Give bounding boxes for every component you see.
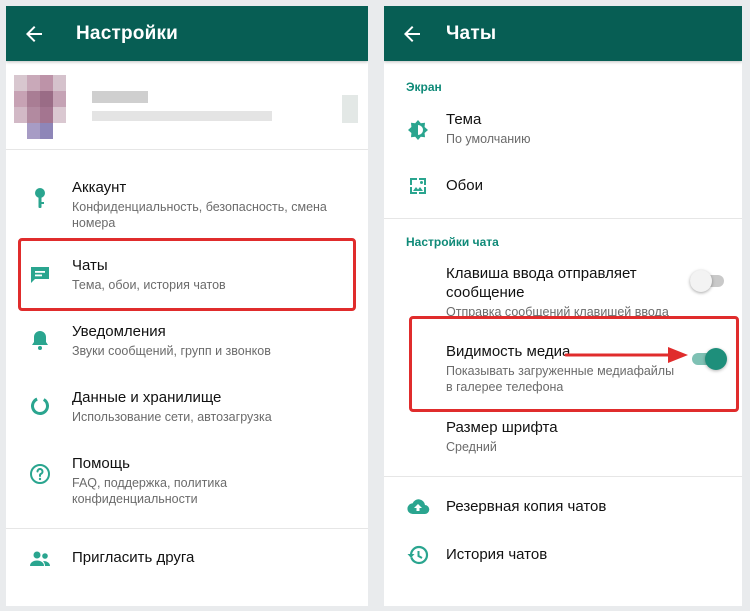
setting-enter-is-send[interactable]: Клавиша ввода отправляет сообщение Отпра… <box>384 264 742 320</box>
profile-status-blur <box>92 111 272 121</box>
setting-label: Обои <box>446 177 483 194</box>
chats-settings-screen: Чаты Экран Тема По умолчанию Обои Настро… <box>384 6 742 606</box>
page-title: Настройки <box>76 22 179 44</box>
setting-theme[interactable]: Тема По умолчанию <box>384 110 742 150</box>
history-icon <box>407 545 429 565</box>
key-icon <box>35 188 45 208</box>
menu-item-label: Пригласить друга <box>72 549 195 566</box>
divider <box>6 528 368 529</box>
setting-value: По умолчанию <box>446 132 531 146</box>
help-icon <box>30 464 50 484</box>
menu-item-account[interactable]: Аккаунт Конфиденциальность, безопасность… <box>6 178 368 230</box>
setting-value: Средний <box>446 440 497 454</box>
cloud-upload-icon <box>407 499 430 515</box>
bell-icon <box>32 331 48 350</box>
setting-label: Тема <box>446 111 482 128</box>
menu-item-label: Уведомления <box>72 323 166 340</box>
highlight-frame-media-visibility <box>409 316 739 412</box>
section-header-chat-settings: Настройки чата <box>406 235 499 249</box>
app-bar: Настройки <box>6 6 368 61</box>
menu-item-label: Данные и хранилище <box>72 389 222 406</box>
settings-screen: Настройки Аккаунт Конфиденциальность, бе… <box>6 6 368 606</box>
profile-name-blur <box>92 91 148 103</box>
setting-label: Размер шрифта <box>446 419 558 436</box>
section-header-display: Экран <box>406 80 442 94</box>
menu-item-subtitle: Конфиденциальность, безопасность, смена … <box>72 200 327 230</box>
menu-item-data-storage[interactable]: Данные и хранилище Использование сети, а… <box>6 388 368 428</box>
app-bar: Чаты <box>384 6 742 61</box>
back-arrow-icon[interactable] <box>22 22 46 46</box>
menu-item-label: Помощь <box>72 455 130 472</box>
setting-chat-history[interactable]: История чатов <box>384 540 742 570</box>
setting-wallpaper[interactable]: Обои <box>384 172 742 202</box>
menu-item-notifications[interactable]: Уведомления Звуки сообщений, групп и зво… <box>6 322 368 362</box>
avatar[interactable] <box>14 75 66 139</box>
menu-item-invite-friend[interactable]: Пригласить друга <box>6 544 368 574</box>
highlight-frame-chats <box>18 238 356 311</box>
setting-label: История чатов <box>446 546 548 563</box>
setting-chat-backup[interactable]: Резервная копия чатов <box>384 492 742 522</box>
menu-item-subtitle: FAQ, поддержка, политика конфиденциально… <box>72 476 228 506</box>
enter-is-send-toggle[interactable] <box>690 270 724 292</box>
wallpaper-icon <box>410 178 426 194</box>
theme-brightness-icon <box>408 120 428 140</box>
divider <box>384 218 742 219</box>
people-icon <box>30 551 50 566</box>
menu-item-label: Аккаунт <box>72 179 127 196</box>
page-title: Чаты <box>446 22 497 44</box>
menu-item-help[interactable]: Помощь FAQ, поддержка, политика конфиден… <box>6 454 368 506</box>
menu-item-subtitle: Звуки сообщений, групп и звонков <box>72 344 271 358</box>
divider <box>384 476 742 477</box>
qr-code-blur[interactable] <box>342 95 358 123</box>
setting-label: Резервная копия чатов <box>446 498 607 515</box>
data-usage-icon <box>31 397 49 415</box>
setting-label: Клавиша ввода отправляет сообщение <box>446 265 637 301</box>
setting-font-size[interactable]: Размер шрифта Средний <box>384 418 742 458</box>
back-arrow-icon[interactable] <box>400 22 424 46</box>
menu-item-subtitle: Использование сети, автозагрузка <box>72 410 272 424</box>
profile-row[interactable] <box>6 61 368 150</box>
